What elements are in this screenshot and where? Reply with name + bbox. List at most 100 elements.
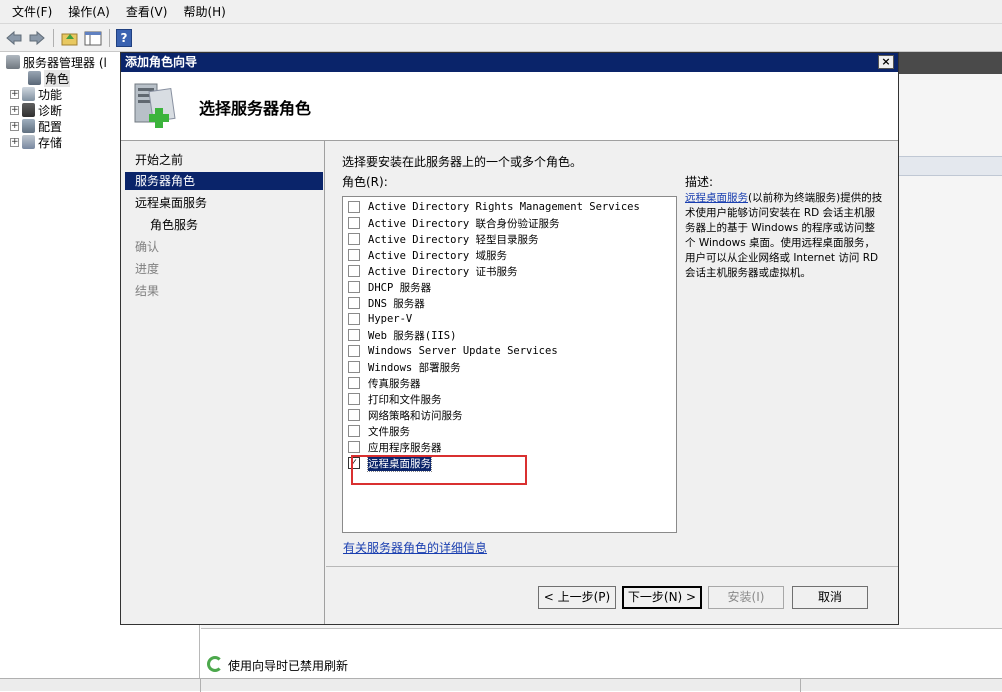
role-item[interactable]: 网络策略和访问服务 [348, 407, 463, 423]
role-label: 传真服务器 [368, 377, 421, 390]
step-remote-desktop-services[interactable]: 远程桌面服务 [125, 194, 323, 212]
role-label: Active Directory 证书服务 [368, 265, 518, 278]
tree-item-diagnostics[interactable]: + 诊断 [10, 102, 62, 118]
role-item[interactable]: Active Directory 证书服务 [348, 263, 517, 279]
role-item[interactable]: Windows Server Update Services [348, 343, 558, 359]
role-label: Active Directory 域服务 [368, 249, 507, 262]
role-checkbox[interactable] [348, 329, 360, 341]
tree-item-roles[interactable]: 角色 [28, 69, 71, 87]
role-item[interactable]: 传真服务器 [348, 375, 421, 391]
role-label: Web 服务器(IIS) [368, 329, 457, 342]
role-item[interactable]: DHCP 服务器 [348, 279, 431, 295]
menu-bar: 文件(F) 操作(A) 查看(V) 帮助(H) [0, 0, 1002, 24]
role-item[interactable]: Hyper-V [348, 311, 412, 327]
features-icon [22, 87, 35, 101]
menu-help[interactable]: 帮助(H) [175, 0, 233, 24]
step-results: 结果 [135, 284, 160, 298]
wizard-steps: 开始之前 服务器角色 远程桌面服务 角色服务 确认 进度 结果 [121, 141, 325, 624]
role-checkbox[interactable] [348, 313, 360, 325]
role-item[interactable]: 文件服务 [348, 423, 410, 439]
tree-item-server-manager[interactable]: 服务器管理器 (l [6, 54, 107, 70]
role-label: Active Directory 轻型目录服务 [368, 233, 539, 246]
role-checkbox[interactable] [348, 281, 360, 293]
help-icon[interactable]: ? [116, 28, 132, 47]
role-label: 网络策略和访问服务 [368, 409, 463, 422]
role-item[interactable]: Active Directory 域服务 [348, 247, 507, 263]
role-label: Active Directory 联合身份验证服务 [368, 217, 560, 230]
role-checkbox[interactable] [348, 249, 360, 261]
role-checkbox[interactable] [348, 409, 360, 421]
toolbar-separator [109, 28, 110, 47]
role-checkbox[interactable] [348, 425, 360, 437]
server-roles-icon [133, 80, 183, 132]
wizard-content: 选择要安装在此服务器上的一个或多个角色。 角色(R): Active Direc… [326, 141, 898, 624]
role-item[interactable]: DNS 服务器 [348, 295, 425, 311]
diagnostics-icon [22, 103, 35, 117]
role-item[interactable]: Active Directory 轻型目录服务 [348, 231, 538, 247]
tree-item-configuration[interactable]: + 配置 [10, 118, 62, 134]
dialog-header: 选择服务器角色 [121, 72, 898, 141]
role-label: DHCP 服务器 [368, 281, 432, 294]
roles-list[interactable]: Active Directory Rights Management Servi… [342, 196, 677, 533]
expand-icon[interactable]: + [10, 137, 19, 147]
add-roles-wizard-dialog: 添加角色向导 × 选择服务器角色 开始之前 服务器角色 远程桌面服务 角色服务 … [120, 52, 899, 625]
up-folder-icon[interactable] [60, 28, 80, 48]
role-checkbox[interactable] [348, 297, 360, 309]
role-item[interactable]: 打印和文件服务 [348, 391, 442, 407]
toolbar: ? [0, 24, 1002, 52]
next-button[interactable]: 下一步(N) > [622, 586, 702, 609]
role-item[interactable]: Windows 部署服务 [348, 359, 461, 375]
role-checkbox[interactable] [348, 361, 360, 373]
role-item[interactable]: Web 服务器(IIS) [348, 327, 456, 343]
status-area: 使用向导时已禁用刷新 [201, 628, 1002, 678]
more-info-link[interactable]: 有关服务器角色的详细信息 [343, 539, 487, 556]
tree-item-label: 诊断 [38, 103, 63, 118]
status-separator [800, 679, 801, 692]
role-label: Windows 部署服务 [368, 361, 461, 374]
storage-icon [22, 135, 35, 149]
tree-item-label: 配置 [38, 119, 63, 134]
menu-view[interactable]: 查看(V) [118, 0, 176, 24]
back-button[interactable]: < 上一步(P) [538, 586, 616, 609]
expand-icon[interactable]: + [10, 89, 19, 99]
role-checkbox[interactable] [348, 393, 360, 405]
step-before-you-begin[interactable]: 开始之前 [125, 151, 323, 169]
role-checkbox[interactable] [348, 441, 360, 453]
tree-item-label: 功能 [38, 87, 63, 102]
role-description: 远程桌面服务(以前称为终端服务)提供的技术使用户能够访问安装在 RD 会话主机服… [685, 191, 885, 281]
forward-arrow-icon[interactable] [27, 28, 47, 48]
step-server-roles[interactable]: 服务器角色 [125, 172, 323, 190]
back-arrow-icon[interactable] [4, 28, 24, 48]
description-label: 描述: [685, 175, 714, 189]
tree-item-storage[interactable]: + 存储 [10, 134, 62, 150]
menu-file[interactable]: 文件(F) [4, 0, 60, 24]
step-confirmation: 确认 [135, 240, 160, 254]
expand-icon[interactable]: + [10, 121, 19, 131]
role-label: Hyper-V [368, 313, 413, 325]
close-icon[interactable]: × [878, 55, 894, 69]
step-role-services[interactable]: 角色服务 [125, 216, 323, 234]
role-checkbox[interactable] [348, 345, 360, 357]
roles-label: 角色(R): [342, 175, 388, 189]
role-checkbox[interactable] [348, 265, 360, 277]
menu-action[interactable]: 操作(A) [60, 0, 118, 24]
cancel-button[interactable]: 取消 [792, 586, 868, 609]
description-link[interactable]: 远程桌面服务 [685, 192, 748, 204]
show-hide-tree-icon[interactable] [83, 28, 103, 48]
role-item[interactable]: 应用程序服务器 [348, 439, 442, 455]
role-item[interactable]: Active Directory Rights Management Servi… [348, 199, 640, 215]
role-label: 应用程序服务器 [368, 441, 442, 454]
dialog-title-bar[interactable]: 添加角色向导 × [121, 53, 898, 72]
page-title: 选择服务器角色 [199, 99, 312, 118]
highlight-annotation [351, 455, 527, 485]
tree-item-label: 存储 [38, 135, 63, 150]
role-checkbox[interactable] [348, 217, 360, 229]
role-checkbox[interactable] [348, 201, 360, 213]
role-item[interactable]: Active Directory 联合身份验证服务 [348, 215, 559, 231]
role-checkbox[interactable] [348, 377, 360, 389]
expand-icon[interactable]: + [10, 105, 19, 115]
role-checkbox[interactable] [348, 233, 360, 245]
tree-item-features[interactable]: + 功能 [10, 86, 62, 102]
dialog-title: 添加角色向导 [125, 55, 198, 69]
instruction-text: 选择要安装在此服务器上的一个或多个角色。 [342, 155, 583, 169]
